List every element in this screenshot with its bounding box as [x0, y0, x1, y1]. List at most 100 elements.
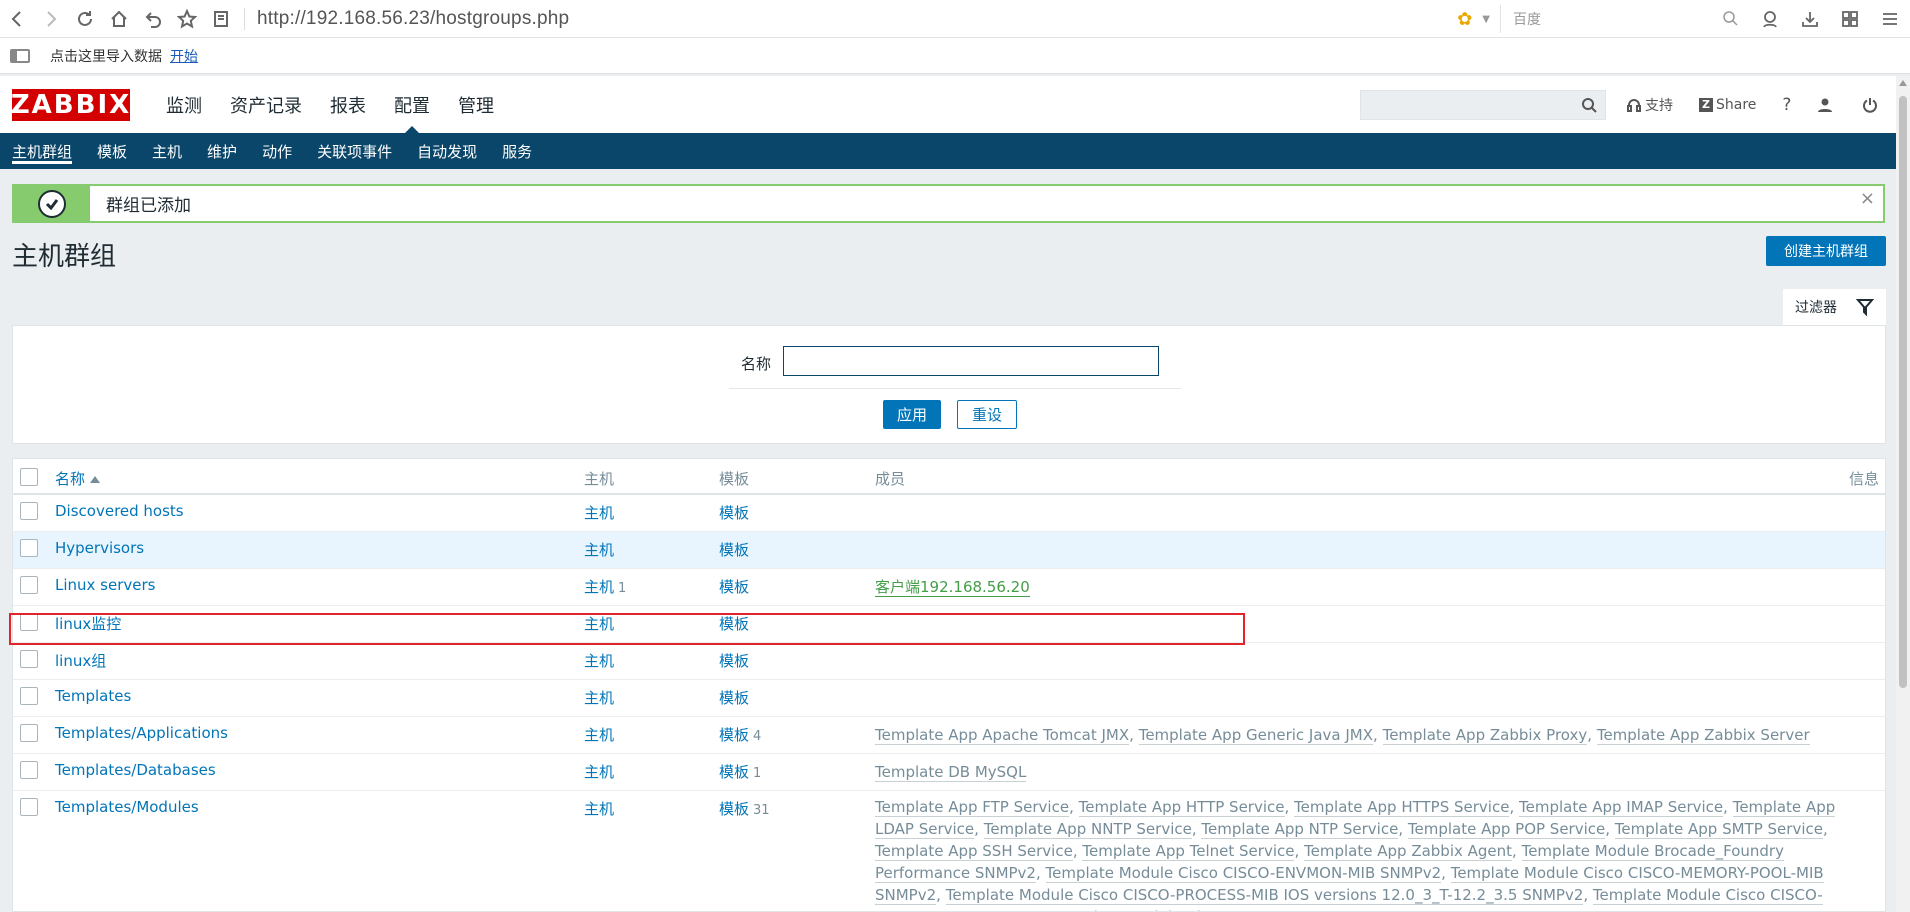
account-icon[interactable]	[1750, 0, 1790, 38]
member-link[interactable]: Template App Zabbix Server	[1596, 726, 1810, 745]
row-checkbox[interactable]	[20, 761, 38, 779]
row-checkbox[interactable]	[20, 576, 38, 594]
member-link[interactable]: Template App Zabbix Agent	[1304, 842, 1513, 861]
subnav-host-groups[interactable]: 主机群组	[4, 133, 80, 169]
menu-configuration[interactable]: 配置	[380, 76, 444, 133]
hosts-link[interactable]: 主机 1	[584, 576, 626, 597]
menu-monitoring[interactable]: 监测	[152, 76, 216, 133]
hosts-link[interactable]: 主机	[584, 650, 614, 671]
chevron-down-icon[interactable]: ▼	[1482, 14, 1490, 25]
member-link[interactable]: 客户端192.168.56.20	[875, 578, 1030, 597]
forward-icon[interactable]	[34, 0, 68, 38]
filter-name-input[interactable]	[783, 346, 1159, 376]
group-name-link[interactable]: Templates	[55, 687, 131, 705]
bee-icon[interactable]: ✿	[1457, 9, 1472, 30]
reader-icon[interactable]	[204, 0, 238, 38]
templates-link[interactable]: 模板	[719, 687, 749, 708]
group-name-link[interactable]: Hypervisors	[55, 539, 144, 557]
home-icon[interactable]	[102, 0, 136, 38]
member-link[interactable]: Template App FTP Service	[875, 798, 1070, 817]
scrollbar-thumb[interactable]	[1899, 96, 1907, 688]
subnav-actions[interactable]: 动作	[254, 133, 300, 169]
group-name-link[interactable]: Linux servers	[55, 576, 155, 594]
member-link[interactable]: Template Module Cisco CISCO-PROCESS-MIB …	[945, 886, 1584, 905]
member-link[interactable]: Template App NTP Service	[1201, 820, 1399, 839]
subnav-event-correlation[interactable]: 关联项事件	[309, 133, 400, 169]
hosts-link[interactable]: 主机	[584, 724, 614, 745]
download-icon[interactable]	[1790, 0, 1830, 38]
zabbix-logo[interactable]: ZABBIX	[11, 89, 130, 121]
row-checkbox[interactable]	[20, 502, 38, 520]
refresh-icon[interactable]	[68, 0, 102, 38]
star-icon[interactable]	[170, 0, 204, 38]
logout-icon[interactable]	[1862, 97, 1881, 113]
templates-link[interactable]: 模板	[719, 576, 749, 597]
sidebar-toggle-icon[interactable]	[10, 48, 30, 63]
scroll-up-arrow[interactable]	[1899, 80, 1907, 86]
menu-icon[interactable]	[1870, 0, 1910, 38]
member-link[interactable]: Template App HTTPS Service	[1294, 798, 1510, 817]
templates-link[interactable]: 模板 31	[719, 798, 770, 819]
select-all-checkbox[interactable]	[20, 468, 38, 486]
extensions-icon[interactable]	[1830, 0, 1870, 38]
member-link[interactable]: Template Module Cisco	[1053, 908, 1227, 911]
page-scrollbar[interactable]	[1896, 76, 1910, 912]
member-link[interactable]: Template App HTTP Service	[1078, 798, 1285, 817]
back-icon[interactable]	[0, 0, 34, 38]
bookmark-start-link[interactable]: 开始	[170, 46, 198, 66]
subnav-hosts[interactable]: 主机	[144, 133, 190, 169]
menu-administration[interactable]: 管理	[444, 76, 508, 133]
row-checkbox[interactable]	[20, 650, 38, 668]
menu-reports[interactable]: 报表	[316, 76, 380, 133]
member-link[interactable]: Template DB MySQL	[875, 763, 1027, 782]
create-host-group-button[interactable]: 创建主机群组	[1766, 236, 1886, 266]
help-icon[interactable]: ?	[1782, 95, 1791, 115]
subnav-services[interactable]: 服务	[494, 133, 540, 169]
hosts-link[interactable]: 主机	[584, 502, 614, 523]
templates-link[interactable]: 模板	[719, 650, 749, 671]
subnav-maintenance[interactable]: 维护	[199, 133, 245, 169]
member-link[interactable]: Template App Zabbix Proxy	[1382, 726, 1588, 745]
apply-button[interactable]: 应用	[883, 400, 941, 429]
templates-link[interactable]: 模板	[719, 539, 749, 560]
templates-link[interactable]: 模板 1	[719, 761, 761, 782]
templates-link[interactable]: 模板 4	[719, 724, 761, 745]
share-link[interactable]: Z Share	[1699, 97, 1756, 113]
hosts-link[interactable]: 主机	[584, 761, 614, 782]
close-icon[interactable]: ×	[1860, 188, 1875, 209]
subnav-discovery[interactable]: 自动发现	[409, 133, 485, 169]
search-icon[interactable]	[1581, 97, 1597, 113]
member-link[interactable]: Template App SMTP Service	[1614, 820, 1823, 839]
menu-inventory[interactable]: 资产记录	[216, 76, 316, 133]
group-name-link[interactable]: Templates/Modules	[55, 798, 199, 816]
group-name-link[interactable]: linux组	[55, 650, 106, 671]
member-link[interactable]: Template App Telnet Service	[1082, 842, 1295, 861]
hosts-link[interactable]: 主机	[584, 798, 614, 819]
member-link[interactable]: Template App POP Service	[1407, 820, 1606, 839]
row-checkbox[interactable]	[20, 539, 38, 557]
member-link[interactable]: Template App NNTP Service	[983, 820, 1192, 839]
column-name[interactable]: 名称	[55, 468, 101, 489]
address-bar[interactable]: http://192.168.56.23/hostgroups.php	[257, 8, 569, 30]
undo-icon[interactable]	[136, 0, 170, 38]
group-name-link[interactable]: Discovered hosts	[55, 502, 184, 520]
filter-tab[interactable]: 过滤器	[1783, 289, 1886, 325]
subnav-templates[interactable]: 模板	[89, 133, 135, 169]
member-link[interactable]: Template App IMAP Service	[1519, 798, 1724, 817]
member-link[interactable]: Template App Apache Tomcat JMX	[875, 726, 1130, 745]
support-link[interactable]: 支持	[1626, 95, 1673, 115]
templates-link[interactable]: 模板	[719, 502, 749, 523]
hosts-link[interactable]: 主机	[584, 687, 614, 708]
member-link[interactable]: Template App Generic Java JMX	[1138, 726, 1374, 745]
row-checkbox[interactable]	[20, 724, 38, 742]
group-name-link[interactable]: Templates/Applications	[55, 724, 228, 742]
group-name-link[interactable]: Templates/Databases	[55, 761, 216, 779]
browser-search-box[interactable]: 百度	[1500, 5, 1750, 33]
user-profile-icon[interactable]	[1817, 97, 1836, 113]
hosts-link[interactable]: 主机	[584, 539, 614, 560]
search-icon[interactable]	[1722, 10, 1738, 26]
row-checkbox[interactable]	[20, 687, 38, 705]
member-link[interactable]: Template App SSH Service	[875, 842, 1073, 861]
global-search-input[interactable]	[1360, 90, 1606, 120]
row-checkbox[interactable]	[20, 798, 38, 816]
